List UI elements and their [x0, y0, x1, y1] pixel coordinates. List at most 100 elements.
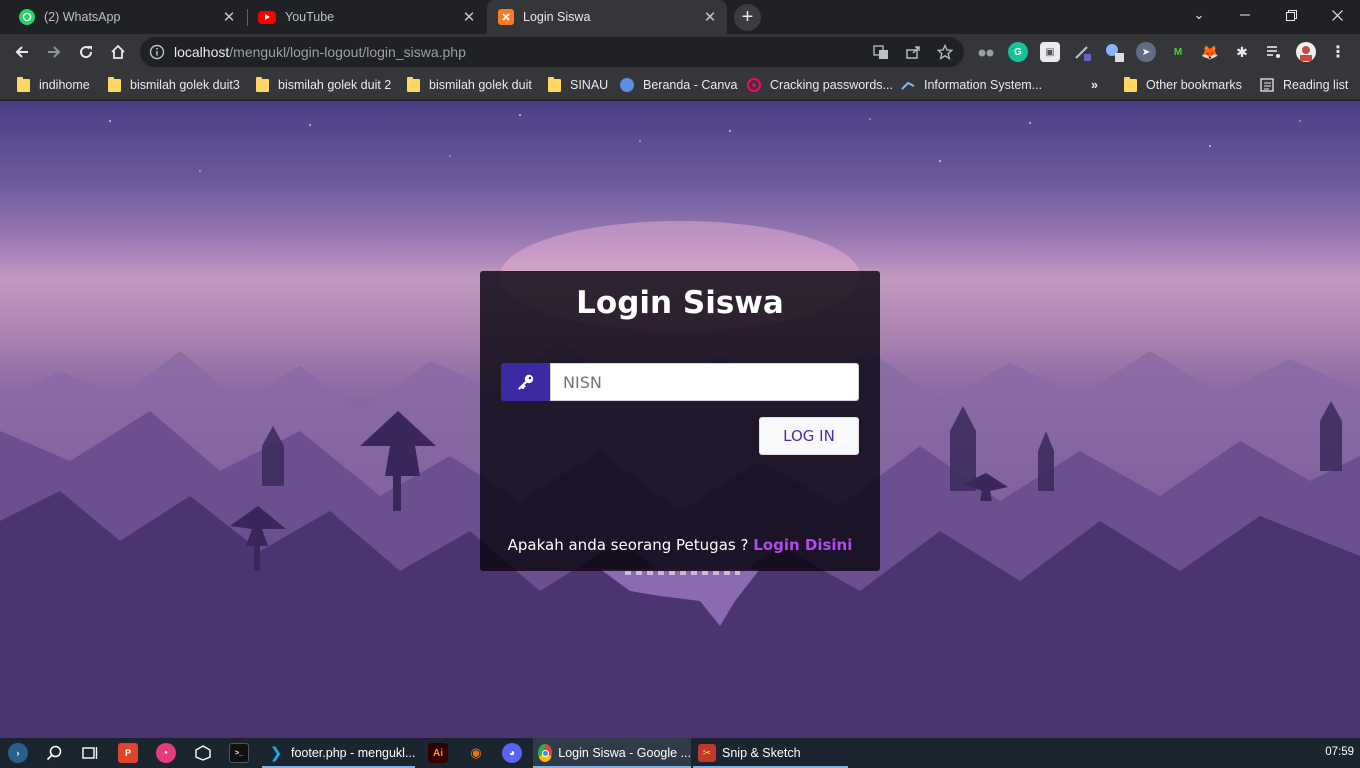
task-view-icon[interactable] — [80, 743, 100, 763]
extension-cursor-icon[interactable]: ➤ — [1136, 42, 1156, 62]
youtube-icon — [258, 10, 276, 24]
music-app-icon[interactable]: ● — [156, 743, 176, 763]
tab-title: YouTube — [285, 10, 335, 24]
bookmark-item[interactable]: Information System... — [901, 75, 1042, 95]
xampp-icon — [498, 9, 514, 25]
bookmark-label: bismilah golek duit 2 — [278, 78, 392, 92]
extensions-puzzle-icon[interactable]: ✱ — [1232, 42, 1252, 62]
bookmark-item[interactable]: SINAU — [548, 75, 608, 95]
bookmark-item[interactable]: bismilah golek duit3 — [108, 75, 240, 95]
reading-list-label: Reading list — [1283, 78, 1349, 92]
tab-search-icon[interactable]: ⌄ — [1176, 0, 1222, 30]
overflow-chevron-icon: » — [1091, 78, 1098, 92]
forward-button[interactable] — [40, 38, 68, 66]
target-icon — [747, 78, 761, 92]
nisn-input[interactable] — [550, 363, 859, 401]
tab-strip: (2) WhatsApp ✕ YouTube ✕ Login Siswa ✕ +… — [0, 0, 1360, 34]
discord-icon[interactable]: ◕ — [502, 743, 522, 763]
bookmark-item[interactable]: indihome — [17, 75, 90, 95]
reading-list-icon — [1260, 78, 1274, 92]
bookmark-label: indihome — [39, 78, 90, 92]
reload-button[interactable] — [72, 38, 100, 66]
folder-icon — [548, 76, 561, 92]
tab-title: (2) WhatsApp — [44, 10, 121, 24]
bookmark-item[interactable]: Cracking passwords... — [747, 75, 893, 95]
extension-m-icon[interactable]: M — [1168, 42, 1188, 62]
browser-toolbar: localhost/mengukl/login-logout/login_sis… — [0, 34, 1360, 70]
extension-spy-icon[interactable] — [976, 42, 996, 62]
tab-youtube[interactable]: YouTube ✕ — [248, 0, 486, 34]
bookmark-label: SINAU — [570, 78, 609, 92]
start-button-icon[interactable]: › — [8, 743, 28, 763]
stars — [109, 114, 1301, 172]
login-card: Login Siswa LOG IN Apakah anda seorang P… — [480, 271, 880, 571]
taskbar-snip-sketch[interactable]: ✂ Snip & Sketch — [693, 738, 848, 768]
taskbar-item-label: footer.php - mengukl... — [291, 746, 416, 760]
input-addon — [501, 363, 550, 401]
bookmark-label: bismilah golek duit — [429, 78, 532, 92]
terminal-icon[interactable]: >_ — [229, 743, 249, 763]
bookmark-item[interactable]: Beranda - Canva — [620, 75, 738, 95]
page-viewport: Login Siswa LOG IN Apakah anda seorang P… — [0, 101, 1360, 738]
bookmarks-overflow-button[interactable]: » — [1091, 75, 1098, 95]
key-icon — [517, 374, 533, 390]
other-bookmarks[interactable]: Other bookmarks — [1124, 75, 1242, 95]
home-button[interactable] — [104, 38, 132, 66]
illustrator-icon[interactable]: Ai — [428, 743, 448, 763]
vscode-icon: ❯ — [269, 745, 283, 762]
site-info-icon[interactable] — [149, 44, 165, 60]
bookmark-label: bismilah golek duit3 — [130, 78, 240, 92]
canva-icon — [620, 78, 634, 92]
whatsapp-icon — [19, 9, 35, 25]
folder-icon — [1124, 76, 1137, 92]
close-tab-icon[interactable]: ✕ — [701, 8, 719, 26]
folder-icon — [256, 76, 269, 92]
moon-icon — [881, 212, 909, 249]
folder-icon — [108, 76, 121, 92]
bookmark-star-icon[interactable] — [936, 43, 954, 61]
tab-login-siswa[interactable]: Login Siswa ✕ — [487, 0, 727, 34]
tab-whatsapp[interactable]: (2) WhatsApp ✕ — [0, 0, 246, 34]
blender-icon[interactable]: ◉ — [466, 743, 486, 763]
bookmark-item[interactable]: bismilah golek duit — [407, 75, 532, 95]
url-host: localhost — [174, 44, 230, 60]
taskbar-item-label: Login Siswa - Google ... — [558, 746, 691, 760]
taskbar-vscode[interactable]: ❯ footer.php - mengukl... — [262, 738, 416, 768]
extension-image-icon[interactable]: ▣ — [1040, 42, 1060, 62]
snip-sketch-icon: ✂ — [698, 744, 716, 762]
search-icon[interactable] — [44, 743, 64, 763]
restore-button[interactable] — [1268, 0, 1314, 30]
extension-x-icon[interactable] — [1104, 42, 1124, 62]
address-bar[interactable]: localhost/mengukl/login-logout/login_sis… — [140, 37, 964, 67]
taskbar-chrome[interactable]: Login Siswa - Google ... — [533, 738, 691, 768]
postman-icon[interactable]: P — [118, 743, 138, 763]
back-button[interactable] — [8, 38, 36, 66]
metamask-icon[interactable]: 🦊 — [1200, 42, 1220, 62]
package-icon[interactable] — [193, 743, 213, 763]
other-bookmarks-label: Other bookmarks — [1146, 78, 1242, 92]
profile-avatar[interactable] — [1296, 42, 1316, 62]
page-title: Login Siswa — [576, 285, 784, 321]
folder-icon — [17, 76, 30, 92]
login-button[interactable]: LOG IN — [759, 417, 859, 455]
petugas-prompt-text: Apakah anda seorang Petugas ? — [507, 536, 749, 554]
close-window-button[interactable] — [1314, 0, 1360, 30]
bookmark-item[interactable]: bismilah golek duit 2 — [256, 75, 391, 95]
petugas-prompt: Apakah anda seorang Petugas ? Login Disi… — [480, 536, 880, 554]
media-control-icon[interactable] — [1264, 42, 1284, 62]
system-clock[interactable]: 07:59 — [1325, 746, 1354, 758]
share-icon[interactable] — [904, 43, 922, 61]
url-text[interactable]: localhost/mengukl/login-logout/login_sis… — [174, 44, 466, 60]
new-tab-button[interactable]: + — [734, 4, 761, 31]
translate-icon[interactable] — [872, 43, 890, 61]
chrome-menu-icon[interactable]: ⋮ — [1328, 42, 1348, 62]
close-tab-icon[interactable]: ✕ — [220, 8, 238, 26]
close-tab-icon[interactable]: ✕ — [460, 8, 478, 26]
taskbar-item-label: Snip & Sketch — [722, 746, 801, 760]
extension-pen-icon[interactable] — [1072, 42, 1092, 62]
grammarly-icon[interactable]: G — [1008, 42, 1028, 62]
login-petugas-link[interactable]: Login Disini — [753, 536, 852, 554]
reading-list[interactable]: Reading list — [1260, 75, 1348, 95]
bookmarks-bar: indihome bismilah golek duit3 bismilah g… — [0, 70, 1360, 100]
minimize-button[interactable] — [1222, 0, 1268, 30]
